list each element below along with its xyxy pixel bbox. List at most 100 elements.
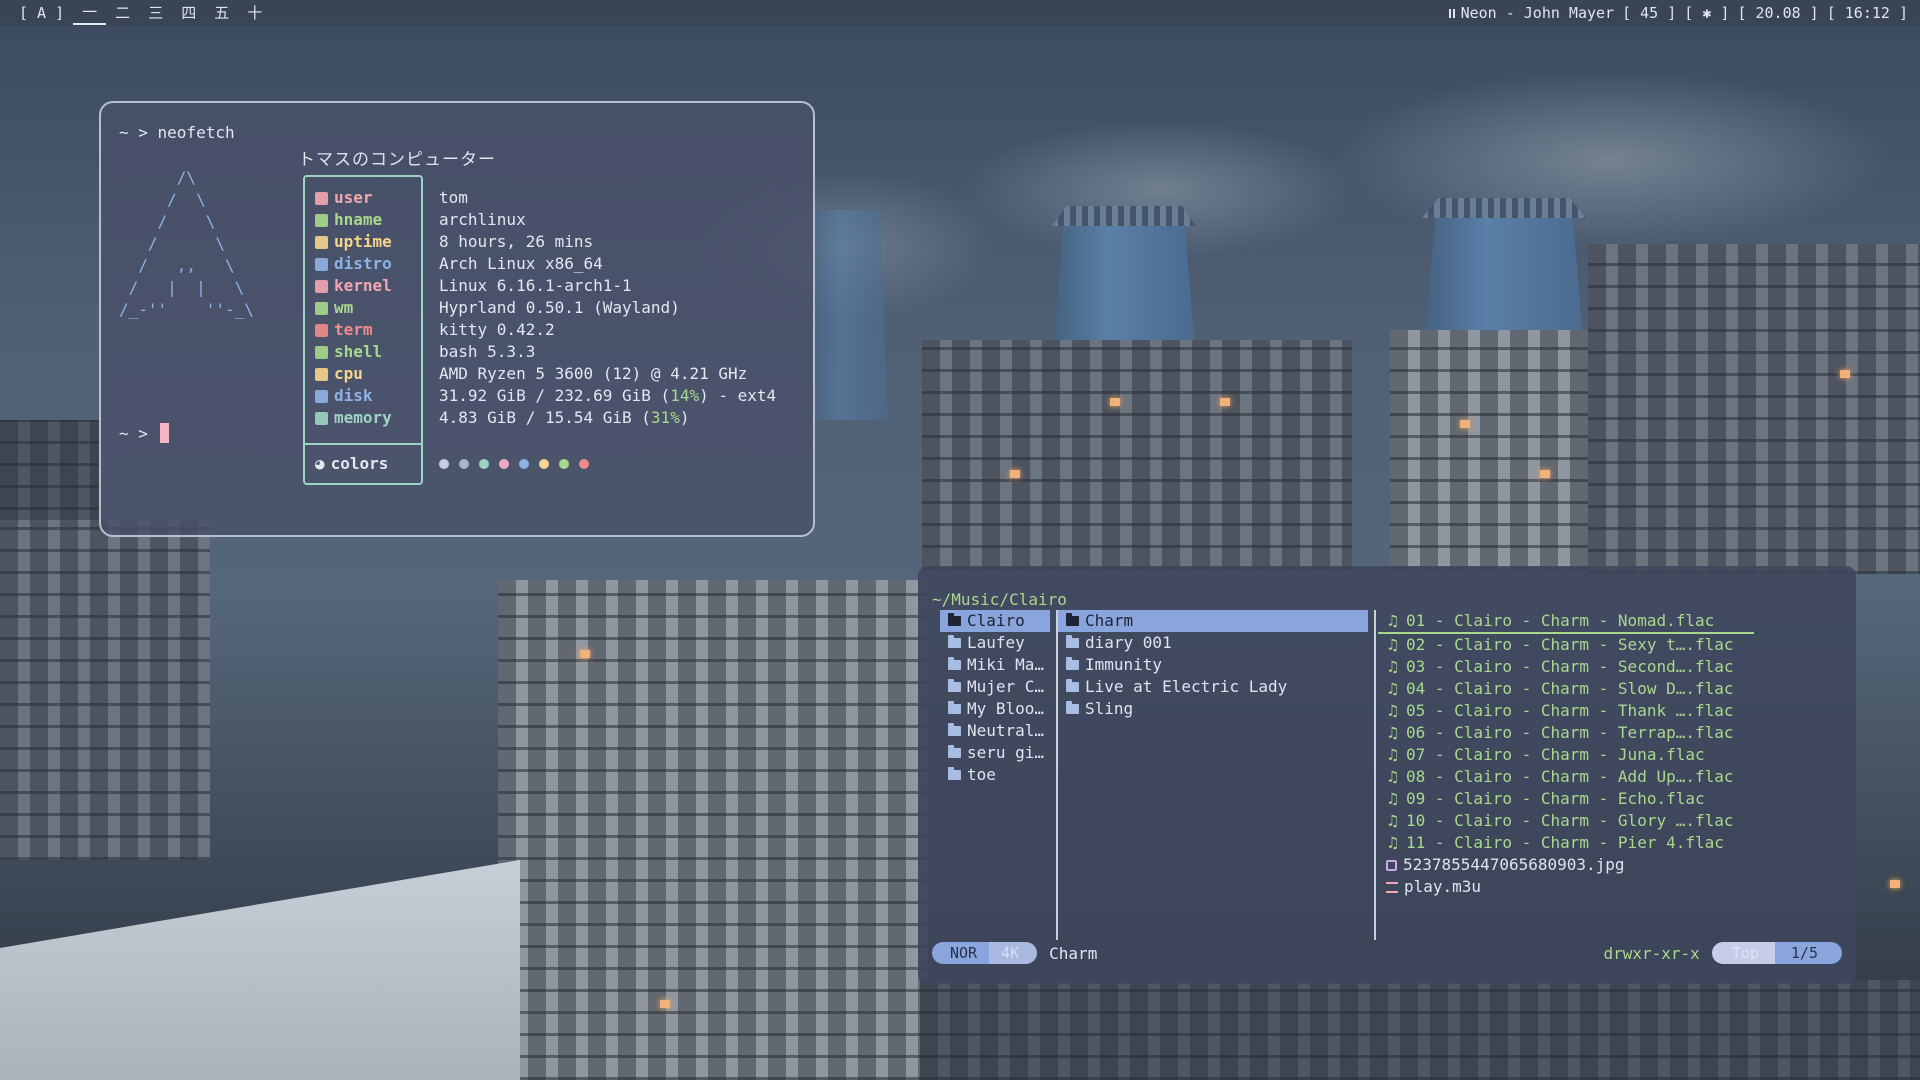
selected-name: Charm (1049, 943, 1098, 963)
info-value-kernel: Linux 6.16.1-arch1-1 (439, 276, 632, 295)
color-dot-6 (559, 459, 569, 469)
colors-row-label: ◕ colors (315, 453, 388, 475)
cpu-icon (315, 367, 328, 381)
workspace-4[interactable]: 四 (172, 0, 205, 26)
audio-file-item[interactable]: ♫ 06 - Clairo - Charm - Terrap….flac (1378, 722, 1754, 744)
current-dir-item[interactable]: Sling (1058, 698, 1368, 720)
workspace-switcher: [ A ] 一 二 三 四 五 十 (0, 0, 271, 26)
parent-dir-item[interactable]: Laufey (940, 632, 1050, 654)
music-note-icon: ♫ (1388, 723, 1398, 742)
folder-icon (948, 701, 961, 714)
item-label: toe (967, 765, 996, 784)
now-playing-title: Neon - John Mayer (1460, 4, 1615, 22)
workspace-5[interactable]: 五 (205, 0, 238, 26)
info-key-uptime: uptime (315, 231, 392, 253)
parent-dir-item[interactable]: Clairo (940, 610, 1050, 632)
folder-icon (1066, 701, 1079, 714)
playlist-icon (1386, 881, 1398, 893)
info-key-label: user (334, 188, 373, 207)
value-text: 31.92 GiB / 232.69 GiB ( (439, 386, 671, 405)
audio-file-item[interactable]: ♫ 09 - Clairo - Charm - Echo.flac (1378, 788, 1754, 810)
bluetooth-indicator[interactable]: [ ✱ ] (1684, 4, 1729, 22)
clock-icon (315, 235, 328, 249)
audio-file-item[interactable]: ♫ 05 - Clairo - Charm - Thank ….flac (1378, 700, 1754, 722)
keyboard-icon (315, 301, 328, 315)
position-indicator: 1/5 (1774, 942, 1842, 964)
workspace-1[interactable]: 一 (73, 1, 107, 25)
music-note-icon: ♫ (1388, 745, 1398, 764)
info-key-label: cpu (334, 364, 363, 383)
arch-icon (315, 257, 328, 271)
text-cursor (159, 423, 169, 443)
info-value-uptime: 8 hours, 26 mins (439, 232, 594, 251)
parent-directory-list: Clairo Laufey Miki Ma… Mujer C… My Bloo… Neut… (940, 610, 1050, 936)
current-dir-item[interactable]: Charm (1058, 610, 1368, 632)
item-label: Mujer C… (967, 677, 1045, 696)
workspace-3[interactable]: 三 (139, 0, 172, 26)
current-dir-item[interactable]: diary 001 (1058, 632, 1368, 654)
info-key-label: term (334, 320, 373, 339)
folder-icon (1066, 657, 1079, 670)
usage-percent: 31% (650, 408, 680, 427)
hostname-banner: トマスのコンピューター (298, 150, 496, 170)
parent-dir-item[interactable]: toe (940, 764, 1050, 786)
folder-icon (1066, 679, 1079, 692)
current-dir-item[interactable]: Immunity (1058, 654, 1368, 676)
audio-file-item[interactable]: ♫ 08 - Clairo - Charm - Add Up….flac (1378, 766, 1754, 788)
info-key-label: shell (334, 342, 383, 361)
layout-indicator[interactable]: [ A ] (10, 0, 73, 26)
item-label: play.m3u (1404, 877, 1482, 896)
music-note-icon: ♫ (1388, 635, 1398, 654)
info-key-label: hname (334, 210, 383, 229)
parent-dir-item[interactable]: Neutral… (940, 720, 1050, 742)
arch-logo-ascii: /\ / \ / \ / \ / ,, \ / | | \ /_-'' ''-_… (119, 168, 254, 319)
info-value-memory: 4.83 GiB / 15.54 GiB (31%) (439, 407, 776, 429)
audio-file-item[interactable]: ♫ 10 - Clairo - Charm - Glory ….flac (1378, 810, 1754, 832)
parent-dir-item[interactable]: Mujer C… (940, 676, 1050, 698)
gear-icon (315, 279, 328, 293)
audio-file-item[interactable]: ♫ 02 - Clairo - Charm - Sexy t….flac (1378, 634, 1754, 656)
top-bar: [ A ] 一 二 三 四 五 十 Neon - John Mayer [ 45… (0, 0, 1920, 26)
position-pill: Top 1/5 (1711, 942, 1842, 964)
audio-file-item[interactable]: ♫ 03 - Clairo - Charm - Second….flac (1378, 656, 1754, 678)
value-text: ) - ext4 (699, 386, 777, 405)
item-label: 04 - Clairo - Charm - Slow D….flac (1406, 679, 1734, 698)
audio-file-item[interactable]: ♫ 11 - Clairo - Charm - Pier 4.flac (1378, 832, 1754, 854)
item-label: Charm (1085, 611, 1134, 630)
info-value-term: kitty 0.42.2 (439, 320, 555, 339)
folder-icon (948, 657, 961, 670)
terminal-icon (315, 323, 328, 337)
workspace-10[interactable]: 十 (238, 0, 271, 26)
permissions: drwxr-xr-x (1603, 943, 1700, 963)
now-playing[interactable]: Neon - John Mayer (1448, 4, 1615, 22)
parent-dir-item[interactable]: My Bloo… (940, 698, 1050, 720)
current-dir-item[interactable]: Live at Electric Lady (1058, 676, 1368, 698)
image-icon (1386, 859, 1397, 871)
clock: [ 16:12 ] (1826, 4, 1908, 22)
item-label: Neutral… (967, 721, 1045, 740)
info-value-distro: Arch Linux x86_64 (439, 254, 603, 273)
info-key-label: disk (334, 386, 373, 405)
audio-file-item[interactable]: ♫ 04 - Clairo - Charm - Slow D….flac (1378, 678, 1754, 700)
color-dot-1 (459, 459, 469, 469)
disk-icon (315, 389, 328, 403)
usage-percent: 14% (670, 386, 700, 405)
workspace-2[interactable]: 二 (106, 0, 139, 26)
parent-dir-item[interactable]: Miki Ma… (940, 654, 1050, 676)
playlist-file-item[interactable]: play.m3u (1378, 876, 1754, 898)
terminal-window[interactable]: ~ > neofetch トマスのコンピューター /\ / \ / \ / \ … (99, 101, 815, 537)
audio-file-item[interactable]: ♫ 01 - Clairo - Charm - Nomad.flac (1378, 610, 1754, 634)
parent-dir-item[interactable]: seru gi… (940, 742, 1050, 764)
prompt-line: ~ > (119, 423, 169, 443)
info-key-term: term (315, 319, 392, 341)
file-manager-window[interactable]: ~/Music/Clairo Clairo Laufey Miki Ma… Mujer… (918, 566, 1856, 984)
info-key-label: uptime (334, 232, 392, 251)
image-file-item[interactable]: 5237855447065680903.jpg (1378, 854, 1754, 876)
volume-indicator[interactable]: [ 45 ] (1622, 4, 1676, 22)
info-key-label: distro (334, 254, 392, 273)
item-label: 03 - Clairo - Charm - Second….flac (1406, 657, 1734, 676)
item-label: 08 - Clairo - Charm - Add Up….flac (1406, 767, 1734, 786)
audio-file-item[interactable]: ♫ 07 - Clairo - Charm - Juna.flac (1378, 744, 1754, 766)
info-value-disk: 31.92 GiB / 232.69 GiB (14%) - ext4 (439, 385, 776, 407)
status-left: NOR 4K Charm (932, 942, 1097, 964)
